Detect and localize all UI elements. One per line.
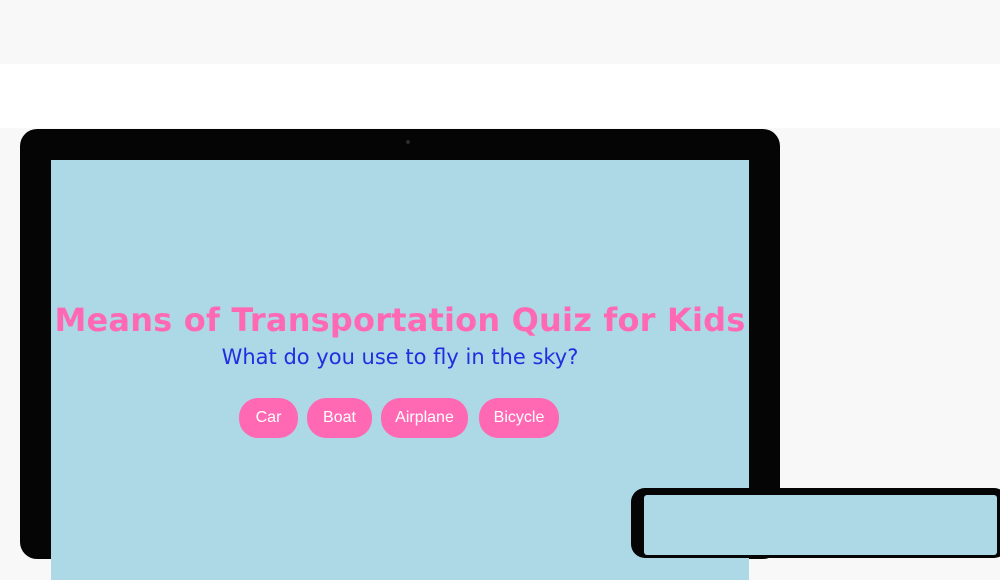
white-page-band [0,64,1000,128]
tablet-screen [644,495,997,555]
answer-bicycle-button[interactable]: Bicycle [479,398,559,438]
camera-dot [406,140,410,144]
answer-options: Car Boat Airplane Bicycle [239,398,579,438]
top-page-band [0,0,1000,64]
quiz-title: Means of Transportation Quiz for Kids [54,301,746,339]
answer-boat-button[interactable]: Boat [307,398,372,438]
tablet-preview-frame [631,488,1000,558]
quiz-question: What do you use to fly in the sky? [221,345,579,369]
answer-car-button[interactable]: Car [239,398,298,438]
answer-airplane-button[interactable]: Airplane [381,398,468,438]
